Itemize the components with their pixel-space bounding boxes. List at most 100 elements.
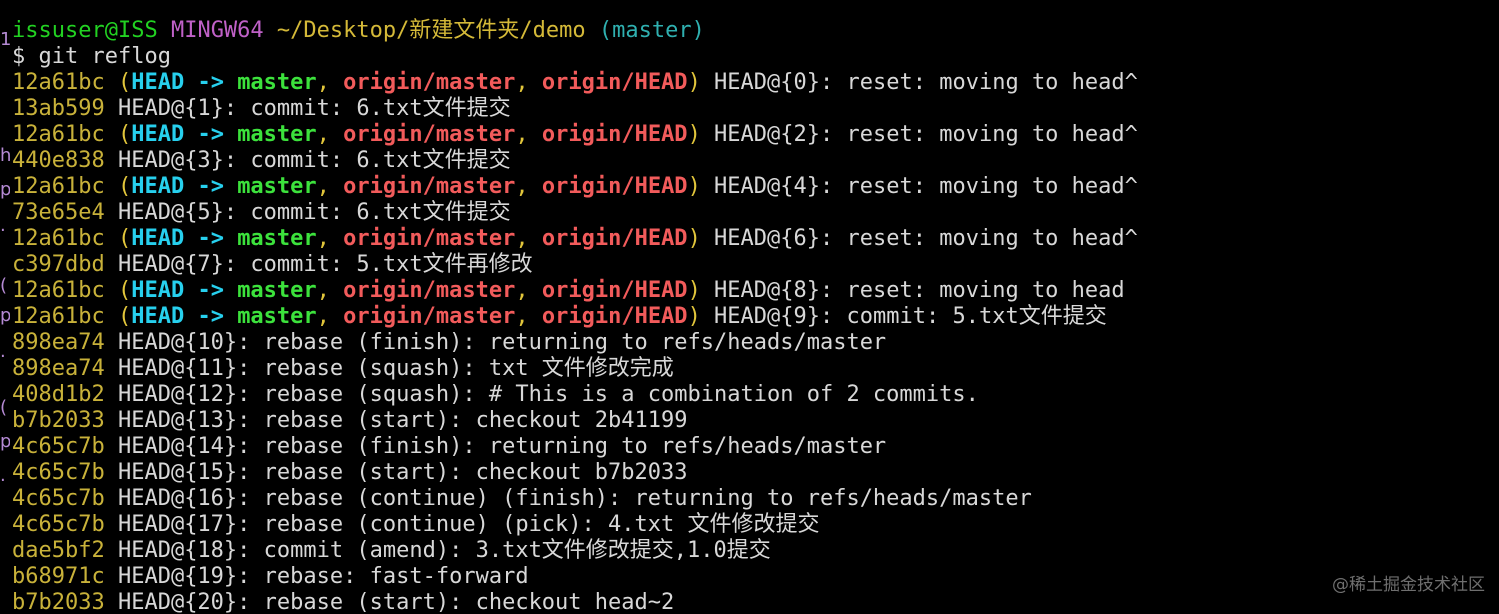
prompt-line: issuser@ISS MINGW64 ~/Desktop/新建文件夹/demo…: [12, 18, 1499, 44]
reflog-entry: 440e838 HEAD@{3}: commit: 6.txt文件提交: [12, 148, 1499, 174]
text-segment: HEAD ->: [131, 304, 238, 329]
text-segment: origin/HEAD: [541, 304, 688, 329]
text-segment: origin/master: [343, 278, 516, 303]
text-segment: ,: [515, 304, 542, 329]
background-glyph: 1: [0, 29, 10, 50]
text-segment: 12a61bc: [12, 70, 105, 95]
text-segment: HEAD@{8}: reset: moving to head: [700, 278, 1125, 303]
text-segment: ,: [515, 226, 542, 251]
text-segment: ,: [316, 278, 344, 303]
reflog-entry: 4c65c7b HEAD@{15}: rebase (start): check…: [12, 460, 1499, 486]
text-segment: HEAD@{6}: reset: moving to head^: [700, 226, 1138, 251]
text-segment: ,: [515, 70, 542, 95]
text-segment: (master): [598, 18, 705, 43]
text-segment: master: [237, 122, 317, 147]
text-segment: HEAD@{2}: reset: moving to head^: [700, 122, 1138, 147]
text-segment: HEAD@{14}: rebase (finish): returning to…: [104, 434, 887, 459]
text-segment: origin/HEAD: [541, 278, 688, 303]
text-segment: HEAD@{11}: rebase (squash): txt 文件修改完成: [104, 356, 674, 381]
text-segment: ): [687, 304, 701, 329]
text-segment: (: [104, 70, 132, 95]
background-glyph: .: [0, 465, 6, 486]
text-segment: HEAD@{17}: rebase (continue) (pick): 4.t…: [104, 512, 820, 537]
text-segment: (: [104, 122, 132, 147]
text-segment: origin/master: [343, 70, 516, 95]
text-segment: 12a61bc: [12, 304, 105, 329]
text-segment: b68971c: [12, 564, 105, 589]
reflog-entry: 12a61bc (HEAD -> master, origin/master, …: [12, 174, 1499, 200]
text-segment: ,: [515, 122, 542, 147]
text-segment: 4c65c7b: [12, 512, 105, 537]
reflog-entry: b7b2033 HEAD@{13}: rebase (start): check…: [12, 408, 1499, 434]
text-segment: origin/HEAD: [541, 226, 688, 251]
reflog-entry: 408d1b2 HEAD@{12}: rebase (squash): # Th…: [12, 382, 1499, 408]
text-segment: HEAD@{13}: rebase (start): checkout 2b41…: [104, 408, 688, 433]
text-segment: HEAD@{1}: commit: 6.txt文件提交: [104, 96, 511, 121]
text-segment: HEAD@{10}: rebase (finish): returning to…: [104, 330, 887, 355]
reflog-entry: c397dbd HEAD@{7}: commit: 5.txt文件再修改: [12, 252, 1499, 278]
reflog-entry: dae5bf2 HEAD@{18}: commit (amend): 3.txt…: [12, 538, 1499, 564]
text-segment: HEAD ->: [131, 70, 238, 95]
reflog-entry: 12a61bc (HEAD -> master, origin/master, …: [12, 122, 1499, 148]
text-segment: HEAD@{4}: reset: moving to head^: [700, 174, 1138, 199]
text-segment: b7b2033: [12, 408, 105, 433]
text-segment: 73e65e4: [12, 200, 105, 225]
text-segment: 4c65c7b: [12, 434, 105, 459]
text-segment: HEAD@{18}: commit (amend): 3.txt文件修改提交,1…: [104, 538, 771, 563]
text-segment: master: [237, 70, 317, 95]
text-segment: HEAD@{16}: rebase (continue) (finish): r…: [104, 486, 1032, 511]
text-segment: ,: [316, 174, 344, 199]
background-glyph: .: [0, 215, 6, 236]
reflog-entry: 12a61bc (HEAD -> master, origin/master, …: [12, 226, 1499, 252]
text-segment: ,: [515, 174, 542, 199]
text-segment: origin/master: [343, 174, 516, 199]
text-segment: (: [104, 304, 132, 329]
reflog-entry: 898ea74 HEAD@{11}: rebase (squash): txt …: [12, 356, 1499, 382]
terminal-window[interactable]: 1 h p.(p.(p. issuser@ISS MINGW64 ~/Desktop…: [0, 0, 1499, 614]
text-segment: HEAD@{7}: commit: 5.txt文件再修改: [104, 252, 533, 277]
reflog-entry: 12a61bc (HEAD -> master, origin/master, …: [12, 278, 1499, 304]
text-segment: (: [104, 226, 132, 251]
text-segment: 898ea74: [12, 330, 105, 355]
background-glyph: p: [0, 431, 10, 452]
text-segment: HEAD@{19}: rebase: fast-forward: [104, 564, 529, 589]
background-glyph: (: [0, 275, 8, 296]
reflog-entry: 12a61bc (HEAD -> master, origin/master, …: [12, 70, 1499, 96]
text-segment: ): [687, 226, 701, 251]
text-segment: master: [237, 278, 317, 303]
text-segment: issuser@ISS: [12, 18, 158, 43]
text-segment: 898ea74: [12, 356, 105, 381]
text-segment: ): [687, 70, 701, 95]
text-segment: MINGW64: [170, 18, 264, 43]
text-segment: [158, 18, 171, 43]
text-segment: ): [687, 278, 701, 303]
text-segment: 408d1b2: [12, 382, 105, 407]
reflog-entry: 4c65c7b HEAD@{17}: rebase (continue) (pi…: [12, 512, 1499, 538]
text-segment: 12a61bc: [12, 122, 105, 147]
terminal-output: issuser@ISS MINGW64 ~/Desktop/新建文件夹/demo…: [12, 18, 1499, 614]
text-segment: origin/HEAD: [541, 122, 688, 147]
text-segment: (: [104, 174, 132, 199]
text-segment: HEAD ->: [131, 174, 238, 199]
text-segment: (: [104, 278, 132, 303]
reflog-entry: 12a61bc (HEAD -> master, origin/master, …: [12, 304, 1499, 330]
watermark: @稀土掘金技术社区: [1332, 575, 1485, 595]
text-segment: HEAD@{20}: rebase (start): checkout head…: [104, 590, 675, 614]
text-segment: origin/HEAD: [541, 70, 688, 95]
text-segment: [264, 18, 277, 43]
text-segment: ,: [515, 278, 542, 303]
text-segment: HEAD@{15}: rebase (start): checkout b7b2…: [104, 460, 688, 485]
text-segment: [586, 18, 599, 43]
text-segment: 440e838: [12, 148, 105, 173]
text-segment: origin/master: [343, 304, 516, 329]
text-segment: ,: [316, 304, 344, 329]
text-segment: 4c65c7b: [12, 486, 105, 511]
text-segment: origin/master: [343, 122, 516, 147]
text-segment: HEAD@{3}: commit: 6.txt文件提交: [104, 148, 511, 173]
text-segment: c397dbd: [12, 252, 105, 277]
text-segment: ): [687, 174, 701, 199]
text-segment: HEAD ->: [131, 226, 238, 251]
text-segment: dae5bf2: [12, 538, 105, 563]
text-segment: origin/master: [343, 226, 516, 251]
text-segment: $ git reflog: [12, 44, 171, 69]
